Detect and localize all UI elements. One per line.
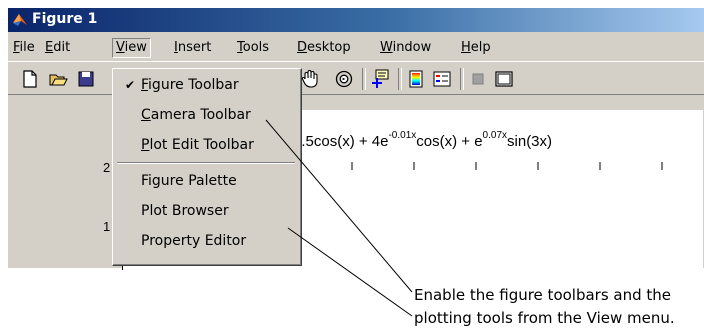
callout-line: Enable the figure toolbars and the [414,286,672,304]
callout-line: plotting tools from the View menu. [414,309,675,327]
callout-annotation: Enable the figure toolbars and the plott… [414,284,675,330]
